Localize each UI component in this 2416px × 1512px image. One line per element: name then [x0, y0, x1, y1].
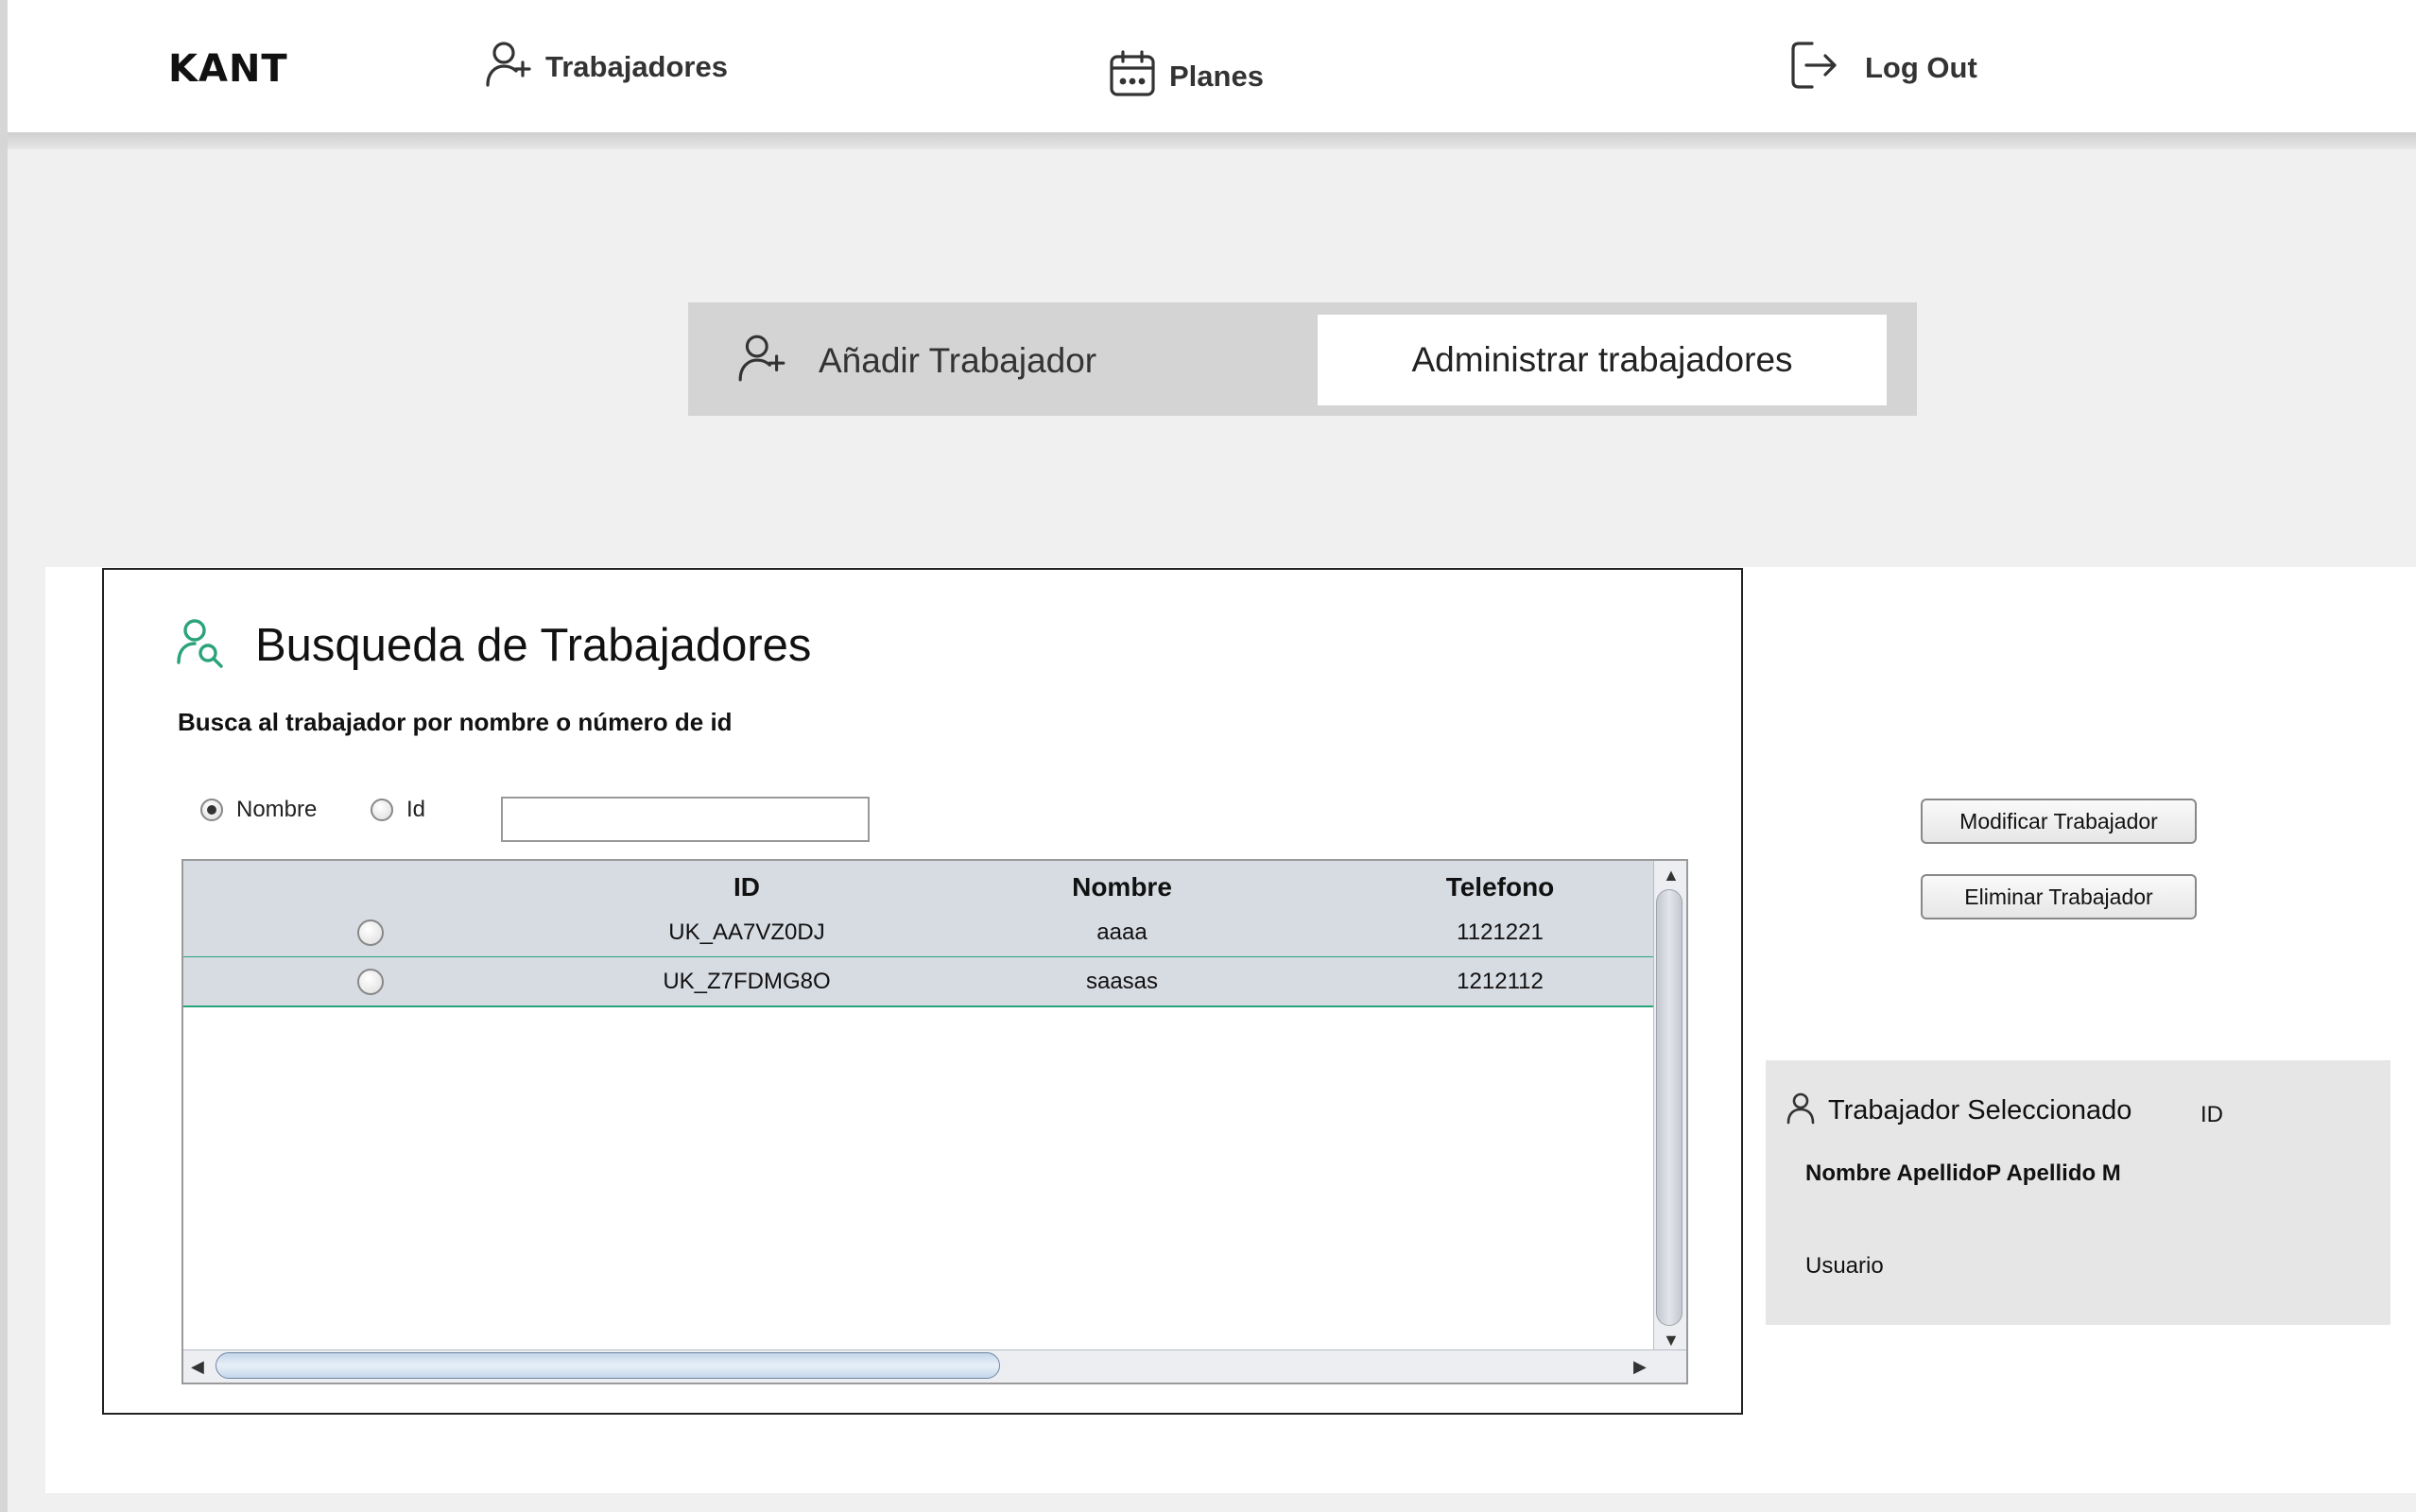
table-row[interactable]: UK_Z7FDMG8O saasas 1212112 [183, 957, 1656, 1007]
modificar-trabajador-button[interactable]: Modificar Trabajador [1921, 799, 2197, 844]
column-header-telefono: Telefono [1445, 872, 1555, 902]
search-title: Busqueda de Trabajadores [255, 619, 812, 671]
search-input[interactable] [501, 797, 870, 842]
scroll-up-icon[interactable]: ▲ [1663, 867, 1680, 884]
search-card: Busqueda de Trabajadores Busca al trabaj… [102, 568, 1743, 1415]
selected-worker-header: Trabajador Seleccionado [1786, 1092, 2131, 1129]
search-subtitle: Busca al trabajador por nombre o número … [178, 708, 733, 736]
horizontal-scrollbar[interactable]: ◀ ▶ [183, 1349, 1686, 1383]
row-select-radio[interactable] [357, 969, 384, 995]
search-header: Busqueda de Trabajadores [176, 617, 811, 673]
user-search-icon [176, 617, 225, 673]
cell-id: UK_AA7VZ0DJ [668, 919, 825, 945]
radio-filter-id[interactable]: Id [371, 797, 425, 823]
tab-bar: Añadir Trabajador Administrar trabajador… [688, 302, 1917, 416]
cell-nombre: aaaa [1096, 919, 1148, 945]
calendar-icon [1109, 49, 1156, 103]
selected-worker-panel: Trabajador Seleccionado ID Nombre Apelli… [1766, 1060, 2390, 1325]
radio-nombre-button[interactable] [200, 799, 223, 821]
workers-table: ID Nombre Telefono UK_AA7VZ0DJ aaaa 1121… [181, 859, 1688, 1384]
tab-anadir-label: Añadir Trabajador [819, 340, 1097, 380]
nav-logout-label: Log Out [1865, 50, 1977, 84]
vertical-scrollbar[interactable]: ▲ ▼ [1653, 861, 1686, 1352]
logout-icon [1789, 40, 1838, 95]
cell-telefono: 1212112 [1457, 969, 1544, 994]
user-plus-icon [485, 40, 532, 94]
content-panel: Busqueda de Trabajadores Busca al trabaj… [45, 567, 2416, 1493]
tab-anadir-trabajador[interactable]: Añadir Trabajador [737, 333, 1096, 388]
window-left-edge [0, 0, 8, 1512]
tab-administrar-trabajadores[interactable]: Administrar trabajadores [1318, 315, 1887, 405]
user-plus-icon [737, 333, 786, 388]
cell-telefono: 1121221 [1457, 919, 1544, 945]
nav-trabajadores[interactable]: Trabajadores [485, 40, 728, 94]
eliminar-trabajador-button[interactable]: Eliminar Trabajador [1921, 874, 2197, 919]
cell-nombre: saasas [1085, 969, 1159, 994]
app-logo[interactable]: KANT [168, 47, 288, 91]
horizontal-scroll-thumb[interactable] [216, 1352, 1000, 1379]
selected-worker-id: ID [2200, 1102, 2223, 1127]
nav-planes[interactable]: Planes [1109, 49, 1264, 103]
header-divider [8, 132, 2416, 149]
table-row[interactable]: UK_AA7VZ0DJ aaaa 1121221 [183, 908, 1656, 958]
nav-logout[interactable]: Log Out [1789, 40, 1977, 95]
column-header-id: ID [733, 872, 760, 902]
cell-id: UK_Z7FDMG8O [663, 969, 831, 994]
radio-filter-nombre[interactable]: Nombre [200, 797, 317, 823]
scroll-down-icon[interactable]: ▼ [1663, 1332, 1680, 1349]
selected-worker-user: Usuario [1805, 1253, 1884, 1279]
selected-worker-title: Trabajador Seleccionado [1828, 1095, 2132, 1125]
scroll-left-icon[interactable]: ◀ [191, 1358, 204, 1375]
scroll-right-icon[interactable]: ▶ [1633, 1358, 1647, 1375]
user-icon [1786, 1092, 1815, 1129]
nav-planes-label: Planes [1169, 59, 1264, 93]
selected-worker-name: Nombre ApellidoP Apellido M [1805, 1160, 2121, 1186]
radio-id-label: Id [406, 797, 426, 822]
vertical-scroll-thumb[interactable] [1656, 889, 1683, 1326]
radio-nombre-label: Nombre [236, 797, 318, 822]
table-header: ID Nombre Telefono [183, 861, 1656, 908]
nav-trabajadores-label: Trabajadores [545, 49, 728, 83]
column-header-nombre: Nombre [1072, 872, 1172, 902]
radio-id-button[interactable] [371, 799, 393, 821]
top-navbar: KANT Trabajadores Planes Log Out [8, 0, 2416, 132]
row-select-radio[interactable] [357, 919, 384, 946]
